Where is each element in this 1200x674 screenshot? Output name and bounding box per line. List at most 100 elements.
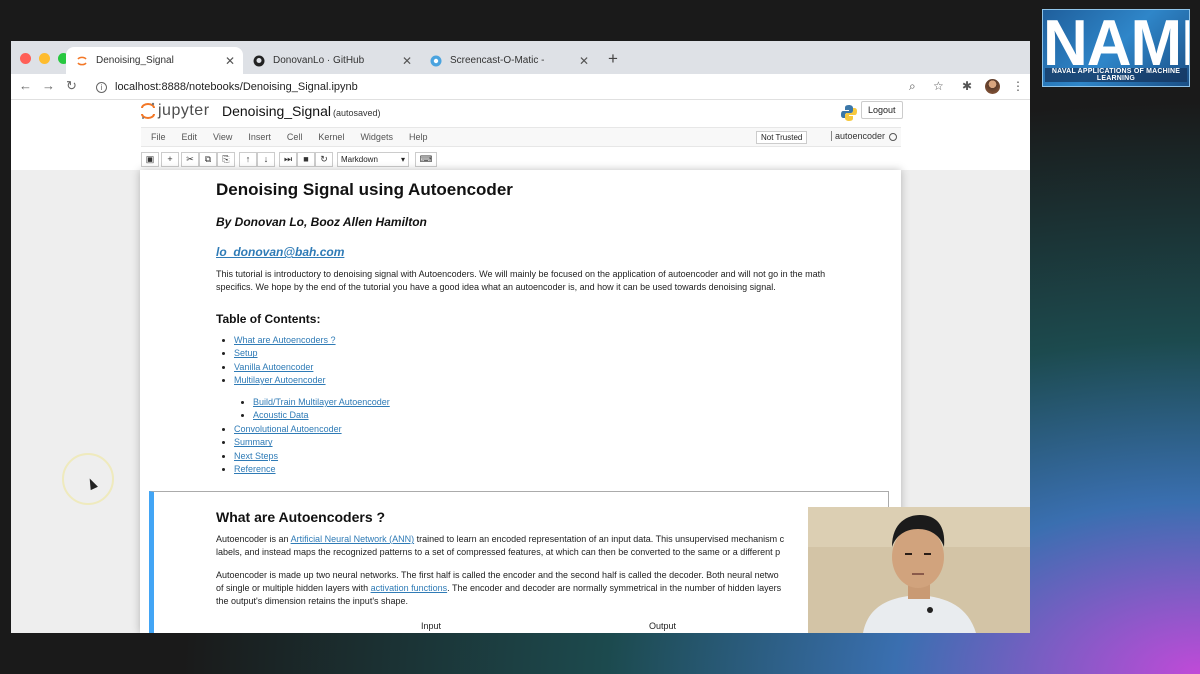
- reload-icon[interactable]: ↻: [66, 78, 77, 94]
- site-info-icon[interactable]: i: [96, 81, 107, 93]
- tab-close-icon[interactable]: ✕: [225, 54, 235, 68]
- restart-kernel-icon[interactable]: ↻: [315, 151, 333, 167]
- menu-help[interactable]: Help: [409, 132, 428, 142]
- tab-title: Screencast-O-Matic -: [450, 55, 545, 66]
- author-line: By Donovan Lo, Booz Allen Hamilton: [216, 215, 427, 229]
- chevron-down-icon: ▾: [400, 154, 405, 164]
- toc-heading: Table of Contents:: [216, 312, 321, 326]
- run-cell-icon[interactable]: ⏭: [279, 151, 297, 167]
- profile-avatar[interactable]: [985, 79, 1000, 94]
- toc-link-setup[interactable]: Setup: [234, 348, 258, 358]
- menu-file[interactable]: File: [151, 132, 166, 142]
- menu-bar: File Edit View Insert Cell Kernel Widget…: [141, 127, 901, 147]
- kernel-idle-indicator-icon: [889, 133, 897, 141]
- toc-list-rest: Convolutional Autoencoder Summary Next S…: [234, 423, 342, 477]
- toc-list: What are Autoencoders ? Setup Vanilla Au…: [234, 334, 336, 388]
- paragraph-2-line-2: of single or multiple hidden layers with…: [216, 583, 782, 593]
- naml-logo: NAML NAVAL APPLICATIONS OF MACHINE LEARN…: [1042, 9, 1190, 87]
- jupyter-header: jupyter Denoising_Signal (autosaved) Log…: [11, 100, 1030, 170]
- webcam-overlay: [808, 507, 1030, 633]
- jupyter-logo[interactable]: jupyter: [141, 102, 210, 120]
- bookmark-star-icon[interactable]: ☆: [933, 79, 944, 93]
- tab-screencast[interactable]: Screencast-O-Matic - ✕: [420, 47, 597, 74]
- intro-line-2: specifics. We hope by the end of the tut…: [216, 282, 776, 292]
- github-icon: [253, 55, 265, 67]
- list-item: Vanilla Autoencoder: [234, 361, 336, 374]
- jupyter-favicon-icon: [76, 55, 88, 67]
- move-up-arrow-icon[interactable]: ↑: [239, 151, 257, 167]
- tab-strip: Denoising_Signal ✕ DonovanLo · GitHub ✕ …: [11, 41, 1030, 74]
- notebook-page: Denoising Signal using Autoencoder By Do…: [140, 170, 901, 633]
- toc-link-vanilla-autoencoder[interactable]: Vanilla Autoencoder: [234, 362, 313, 372]
- cell-toolbar: ▣ + ✂ ⧉ ⎘ ↑ ↓ ⏭ ■ ↻ Markdown ▾ ⌨: [141, 149, 439, 169]
- save-icon[interactable]: ▣: [141, 151, 159, 167]
- window-minimize-button[interactable]: [39, 53, 50, 64]
- address-bar[interactable]: i localhost:8888/notebooks/Denoising_Sig…: [90, 76, 1000, 98]
- kernel-name[interactable]: autoencoder: [831, 131, 885, 141]
- intro-line-1: This tutorial is introductory to denoisi…: [216, 269, 826, 279]
- copy-icon[interactable]: ⧉: [199, 151, 217, 167]
- activation-functions-link[interactable]: activation functions: [371, 583, 448, 593]
- tab-title: Denoising_Signal: [96, 55, 174, 66]
- window-close-button[interactable]: [20, 53, 31, 64]
- interrupt-stop-icon[interactable]: ■: [297, 151, 315, 167]
- toc-link-convolutional-autoencoder[interactable]: Convolutional Autoencoder: [234, 424, 342, 434]
- browser-toolbar: ← → ↻ i localhost:8888/notebooks/Denoisi…: [11, 74, 1030, 100]
- toc-link-multilayer-autoencoder[interactable]: Multilayer Autoencoder: [234, 375, 326, 385]
- menu-insert[interactable]: Insert: [248, 132, 271, 142]
- new-tab-plus-icon[interactable]: +: [608, 49, 618, 69]
- paragraph-2-line-3: the output's dimension retains the input…: [216, 596, 409, 606]
- cell-type-value: Markdown: [341, 154, 378, 164]
- list-item: Next Steps: [234, 450, 342, 463]
- list-item: Convolutional Autoencoder: [234, 423, 342, 436]
- paste-icon[interactable]: ⎘: [217, 151, 235, 167]
- logout-button[interactable]: Logout: [861, 101, 903, 119]
- tab-close-icon[interactable]: ✕: [579, 54, 589, 68]
- url-text: localhost:8888/notebooks/Denoising_Signa…: [115, 81, 358, 93]
- notebook-name[interactable]: Denoising_Signal: [222, 103, 331, 119]
- tab-github[interactable]: DonovanLo · GitHub ✕: [243, 47, 420, 74]
- paragraph-1-line-2: labels, and instead maps the recognized …: [216, 547, 781, 557]
- python-logo-icon: [840, 104, 858, 122]
- email-link[interactable]: lo_donovan@bah.com: [216, 245, 344, 259]
- zoom-search-icon[interactable]: ⌕: [909, 79, 916, 94]
- toc-link-summary[interactable]: Summary: [234, 437, 273, 447]
- not-trusted-button[interactable]: Not Trusted: [756, 131, 808, 144]
- list-item: Multilayer Autoencoder: [234, 374, 336, 387]
- browser-menu-icon[interactable]: ⋮: [1012, 79, 1024, 93]
- paragraph-2-line-1: Autoencoder is made up two neural networ…: [216, 570, 779, 580]
- toc-link-acoustic-data[interactable]: Acoustic Data: [253, 410, 309, 420]
- toc-link-reference[interactable]: Reference: [234, 464, 276, 474]
- forward-arrow-icon[interactable]: →: [42, 78, 55, 93]
- back-arrow-icon[interactable]: ←: [19, 78, 32, 93]
- tab-close-icon[interactable]: ✕: [402, 54, 412, 68]
- cell-type-select[interactable]: Markdown ▾: [337, 151, 409, 167]
- command-palette-keyboard-icon[interactable]: ⌨: [415, 151, 437, 167]
- menu-cell[interactable]: Cell: [287, 132, 303, 142]
- menu-view[interactable]: View: [213, 132, 232, 142]
- menu-widgets[interactable]: Widgets: [360, 132, 393, 142]
- tab-denoising-signal[interactable]: Denoising_Signal ✕: [66, 47, 243, 74]
- menu-edit[interactable]: Edit: [182, 132, 198, 142]
- toc-link-build-train[interactable]: Build/Train Multilayer Autoencoder: [253, 397, 390, 407]
- tab-title: DonovanLo · GitHub: [273, 55, 365, 66]
- toc-sublist: Build/Train Multilayer Autoencoder Acous…: [253, 396, 390, 423]
- list-item: Setup: [234, 347, 336, 360]
- diagram-input-label: Input: [421, 621, 442, 631]
- insert-cell-plus-icon[interactable]: +: [161, 151, 179, 167]
- ann-link[interactable]: Artificial Neural Network (ANN): [291, 534, 415, 544]
- cut-icon[interactable]: ✂: [181, 151, 199, 167]
- notebook-title: Denoising Signal using Autoencoder: [216, 180, 513, 199]
- menu-kernel[interactable]: Kernel: [318, 132, 344, 142]
- autosave-status: (autosaved): [333, 108, 381, 118]
- toc-link-next-steps[interactable]: Next Steps: [234, 451, 278, 461]
- diagram-output-label: Output: [649, 621, 677, 631]
- move-down-arrow-icon[interactable]: ↓: [257, 151, 275, 167]
- list-item: What are Autoencoders ?: [234, 334, 336, 347]
- jupyter-logo-icon: [141, 102, 155, 120]
- list-item: Acoustic Data: [253, 409, 390, 422]
- list-item: Summary: [234, 436, 342, 449]
- toc-link-what-are-autoencoders[interactable]: What are Autoencoders ?: [234, 335, 336, 345]
- list-item: Reference: [234, 463, 342, 476]
- extensions-puzzle-icon[interactable]: ✱: [962, 79, 972, 93]
